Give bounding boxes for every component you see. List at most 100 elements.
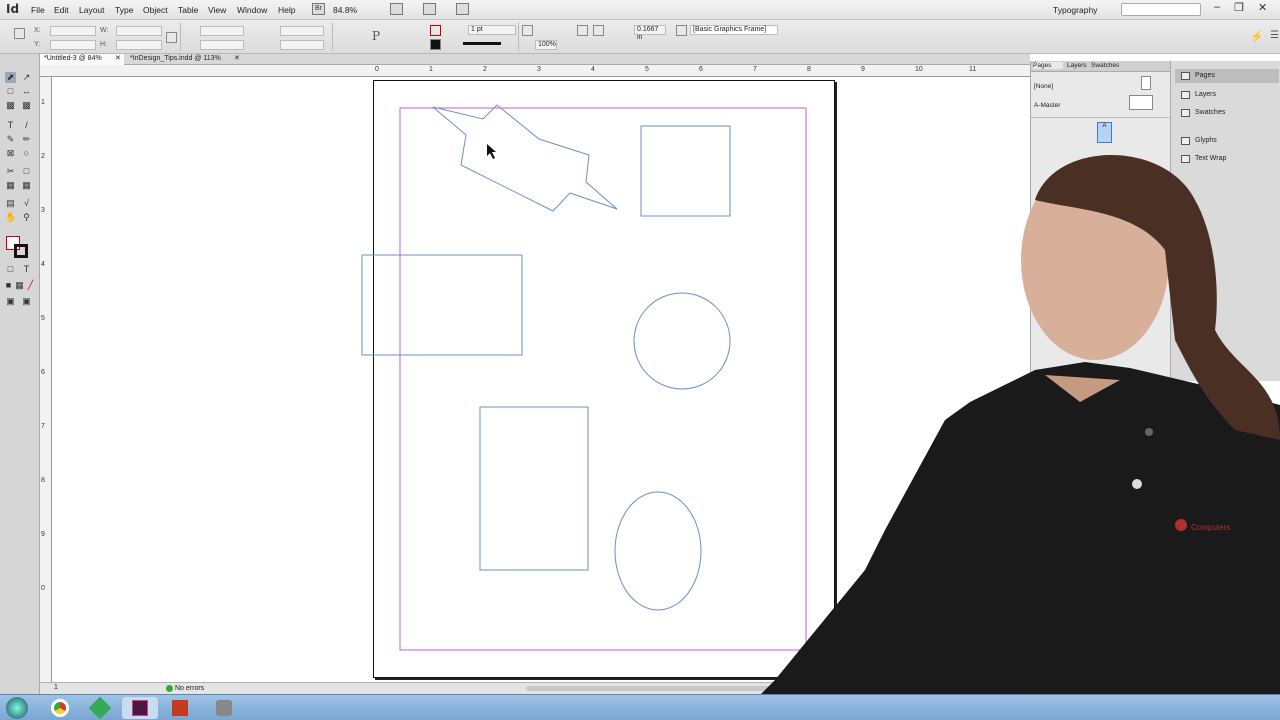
polygon-frame[interactable] [432, 104, 618, 212]
rectangle-frame-left[interactable] [361, 254, 523, 356]
object-style-icon[interactable] [676, 25, 687, 36]
direct-selection-tool-icon[interactable]: ↗ [21, 72, 32, 83]
none-master-label[interactable]: [None] [1034, 83, 1053, 90]
gradient-swatch-tool-icon[interactable]: ▦ [5, 180, 16, 191]
a-master-label[interactable]: A-Master [1034, 102, 1060, 109]
formatting-container-icon[interactable]: □ [5, 264, 16, 275]
page-number-field[interactable]: 1 [54, 684, 58, 691]
pen-tool-icon[interactable]: ✎ [5, 134, 16, 145]
normal-mode-icon[interactable]: ▣ [5, 296, 16, 307]
tool-taskbar-button[interactable] [206, 697, 242, 719]
zoom-tool-icon[interactable]: ⚲ [21, 212, 32, 223]
fitting-icon[interactable] [522, 25, 533, 36]
minimize-icon[interactable]: – [1214, 1, 1220, 13]
lightning-icon[interactable]: ⚡ [1250, 30, 1264, 43]
selection-tool-icon[interactable]: ⬈ [5, 72, 16, 83]
help-search-input[interactable] [1121, 3, 1201, 16]
bridge-icon[interactable]: Br [312, 3, 325, 15]
none-master-thumbnail[interactable] [1141, 76, 1151, 90]
view-options-icon[interactable] [390, 3, 403, 15]
apply-color-icon[interactable]: ■ [3, 280, 14, 291]
horizontal-ruler[interactable]: 0 1 2 3 4 5 6 7 8 9 10 11 [40, 65, 1030, 77]
page-tool-icon[interactable]: □ [5, 86, 16, 97]
line-tool-icon[interactable]: / [21, 120, 32, 131]
tab-close-icon[interactable]: ✕ [115, 54, 121, 62]
screen-mode-icon[interactable] [423, 3, 436, 15]
panel-menu-icon[interactable]: ☰ [1270, 30, 1279, 41]
type-tool-icon[interactable]: T [5, 120, 16, 131]
menu-layout[interactable]: Layout [79, 5, 105, 15]
text-wrap-icon[interactable] [577, 25, 588, 36]
close-icon[interactable]: ✕ [1258, 1, 1267, 14]
menu-edit[interactable]: Edit [54, 5, 69, 15]
hand-tool-icon[interactable]: ✋ [5, 212, 16, 223]
width-field[interactable] [116, 26, 162, 36]
workspace-switcher[interactable]: Typography [1053, 5, 1097, 15]
powerpoint-taskbar-button[interactable] [162, 697, 198, 719]
x-field[interactable] [50, 26, 96, 36]
tab-swatches[interactable]: Swatches [1091, 62, 1119, 69]
free-transform-tool-icon[interactable]: □ [21, 166, 32, 177]
formatting-text-icon[interactable]: T [21, 264, 32, 275]
stroke-type-preview[interactable] [463, 42, 501, 45]
menu-help[interactable]: Help [278, 5, 295, 15]
apply-gradient-icon[interactable]: ▦ [14, 280, 25, 291]
constrain-proportions-icon[interactable] [166, 32, 177, 43]
chrome-taskbar-button[interactable] [42, 697, 78, 719]
gradient-feather-tool-icon[interactable]: ▦ [21, 180, 32, 191]
auto-fit-icon[interactable] [593, 25, 604, 36]
reference-point-icon[interactable] [14, 28, 25, 39]
restore-icon[interactable]: ❐ [1234, 1, 1244, 14]
ellipse-frame[interactable] [614, 491, 702, 611]
tab-untitled-3[interactable]: *Untitled-3 @ 84% [40, 54, 124, 65]
scale-percent-field[interactable]: 100% [535, 40, 557, 50]
start-button-icon[interactable] [6, 697, 28, 719]
y-field[interactable] [50, 40, 96, 50]
scale-x-field[interactable] [200, 26, 244, 36]
circle-frame[interactable] [633, 292, 731, 390]
indesign-taskbar-button[interactable] [122, 697, 158, 719]
rectangle-frame-bottom[interactable] [479, 406, 589, 571]
shear-field[interactable] [280, 40, 324, 50]
content-placer-icon[interactable]: ▩ [21, 100, 32, 111]
menu-type[interactable]: Type [115, 5, 133, 15]
note-tool-icon[interactable]: ▤ [5, 198, 16, 209]
vertical-ruler[interactable]: 1 2 3 4 5 6 7 8 9 0 [40, 77, 52, 682]
app-taskbar-button[interactable] [82, 696, 118, 720]
dock-item-swatches[interactable]: Swatches [1175, 106, 1279, 120]
stroke-weight-field[interactable]: 1 pt [468, 25, 516, 35]
stroke-swatch-icon[interactable] [14, 244, 28, 258]
apply-none-icon[interactable]: ╱ [25, 280, 36, 291]
ellipse-tool-icon[interactable]: ○ [21, 148, 32, 159]
stroke-color-icon[interactable] [430, 39, 441, 50]
fitting-value-field[interactable]: 0.1667 in [634, 25, 666, 41]
gap-tool-icon[interactable]: ↔ [21, 86, 32, 97]
tab-close-icon[interactable]: ✕ [234, 54, 240, 62]
menu-window[interactable]: Window [237, 5, 267, 15]
tab-indesign-tips[interactable]: *InDesign_Tips.indd @ 113% [126, 54, 225, 65]
dock-item-pages[interactable]: Pages [1175, 69, 1279, 83]
fill-none-icon[interactable] [430, 25, 441, 36]
dock-item-layers[interactable]: Layers [1175, 88, 1279, 102]
a-master-thumbnail[interactable] [1129, 95, 1153, 110]
menu-view[interactable]: View [208, 5, 226, 15]
arrange-documents-icon[interactable] [456, 3, 469, 15]
scale-y-field[interactable] [200, 40, 244, 50]
object-style-dropdown[interactable]: [Basic Graphics Frame] [690, 25, 778, 35]
zoom-level[interactable]: 84.8% [333, 5, 357, 15]
rectangle-frame-top-right[interactable] [640, 125, 731, 217]
menu-object[interactable]: Object [143, 5, 168, 15]
height-field[interactable] [116, 40, 162, 50]
rectangle-frame-tool-icon[interactable]: ⊠ [5, 148, 16, 159]
eyedropper-tool-icon[interactable]: √ [21, 198, 32, 209]
scissors-tool-icon[interactable]: ✂ [5, 166, 16, 177]
pencil-tool-icon[interactable]: ✏ [21, 134, 32, 145]
menu-table[interactable]: Table [178, 5, 198, 15]
rotate-field[interactable] [280, 26, 324, 36]
preview-mode-icon[interactable]: ▣ [21, 296, 32, 307]
tab-layers[interactable]: Layers [1067, 62, 1087, 69]
content-collector-icon[interactable]: ▩ [5, 100, 16, 111]
tab-pages[interactable]: Pages [1033, 62, 1063, 69]
preflight-status[interactable]: No errors [175, 685, 204, 692]
menu-file[interactable]: File [31, 5, 45, 15]
